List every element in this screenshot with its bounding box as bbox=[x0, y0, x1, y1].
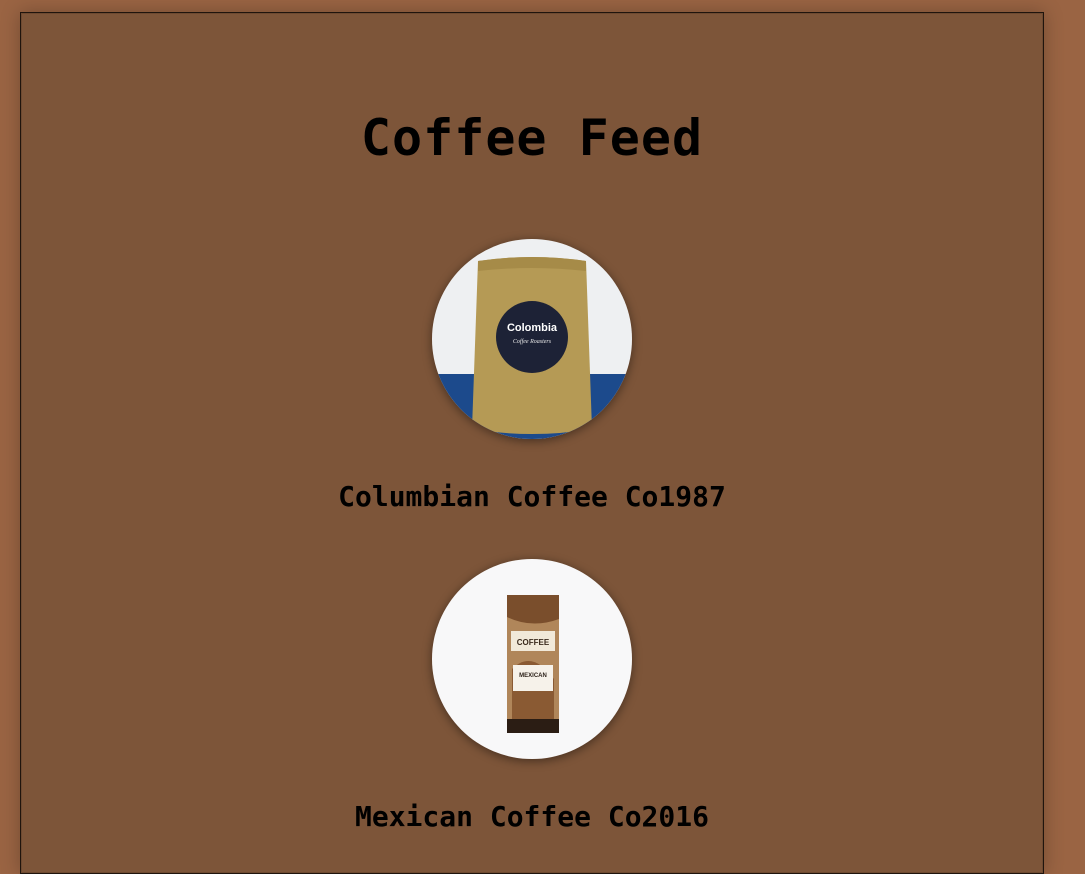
coffee-bag-mexican-icon: COFFEE MEXICAN bbox=[432, 559, 632, 759]
page-title: Coffee Feed bbox=[360, 109, 704, 167]
product-name[interactable]: Mexican Coffee Co2016 bbox=[21, 800, 1043, 833]
bag-label-main: Colombia bbox=[507, 322, 558, 334]
product-image-colombia[interactable]: Colombia Coffee Roasters bbox=[432, 239, 632, 439]
product-image-mexican[interactable]: COFFEE MEXICAN bbox=[432, 559, 632, 759]
feed-panel: Coffee Feed Colombia Coffee Roasters Col… bbox=[20, 12, 1044, 874]
bag-label-sub: MEXICAN bbox=[519, 673, 547, 679]
bag-label-main: COFFEE bbox=[517, 638, 550, 647]
bag-label-sub: Coffee Roasters bbox=[513, 338, 552, 345]
product-name[interactable]: Columbian Coffee Co1987 bbox=[21, 480, 1043, 513]
coffee-bag-colombia-icon: Colombia Coffee Roasters bbox=[432, 239, 632, 439]
